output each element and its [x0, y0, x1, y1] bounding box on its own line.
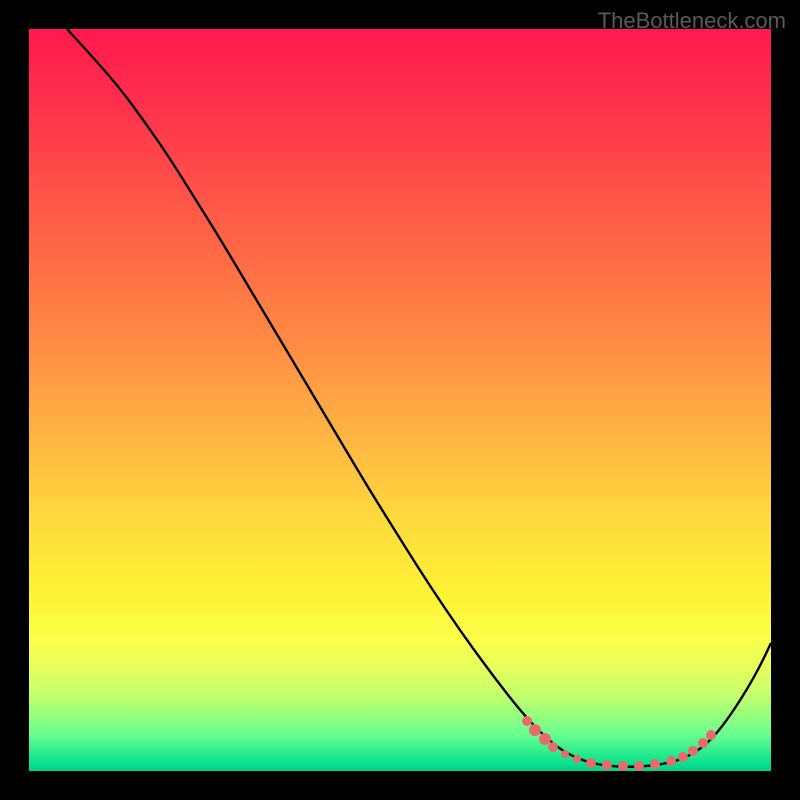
curve-marker	[678, 752, 688, 762]
chart-svg	[29, 29, 771, 771]
curve-marker	[548, 742, 558, 752]
curve-marker	[522, 716, 532, 726]
curve-markers	[522, 716, 716, 771]
curve-marker	[698, 738, 708, 748]
curve-marker	[706, 730, 716, 740]
curve-marker	[602, 760, 612, 770]
watermark-text: TheBottleneck.com	[598, 8, 786, 34]
curve-marker	[688, 746, 698, 756]
chart-plot-area	[29, 29, 771, 771]
curve-marker	[618, 761, 628, 771]
curve-marker	[573, 755, 581, 763]
curve-marker	[634, 761, 644, 771]
curve-marker	[539, 733, 551, 745]
curve-marker	[650, 759, 660, 769]
curve-marker	[529, 724, 541, 736]
curve-marker	[561, 750, 569, 758]
curve-marker	[666, 756, 676, 766]
bottleneck-curve	[67, 29, 771, 767]
curve-marker	[586, 758, 596, 768]
